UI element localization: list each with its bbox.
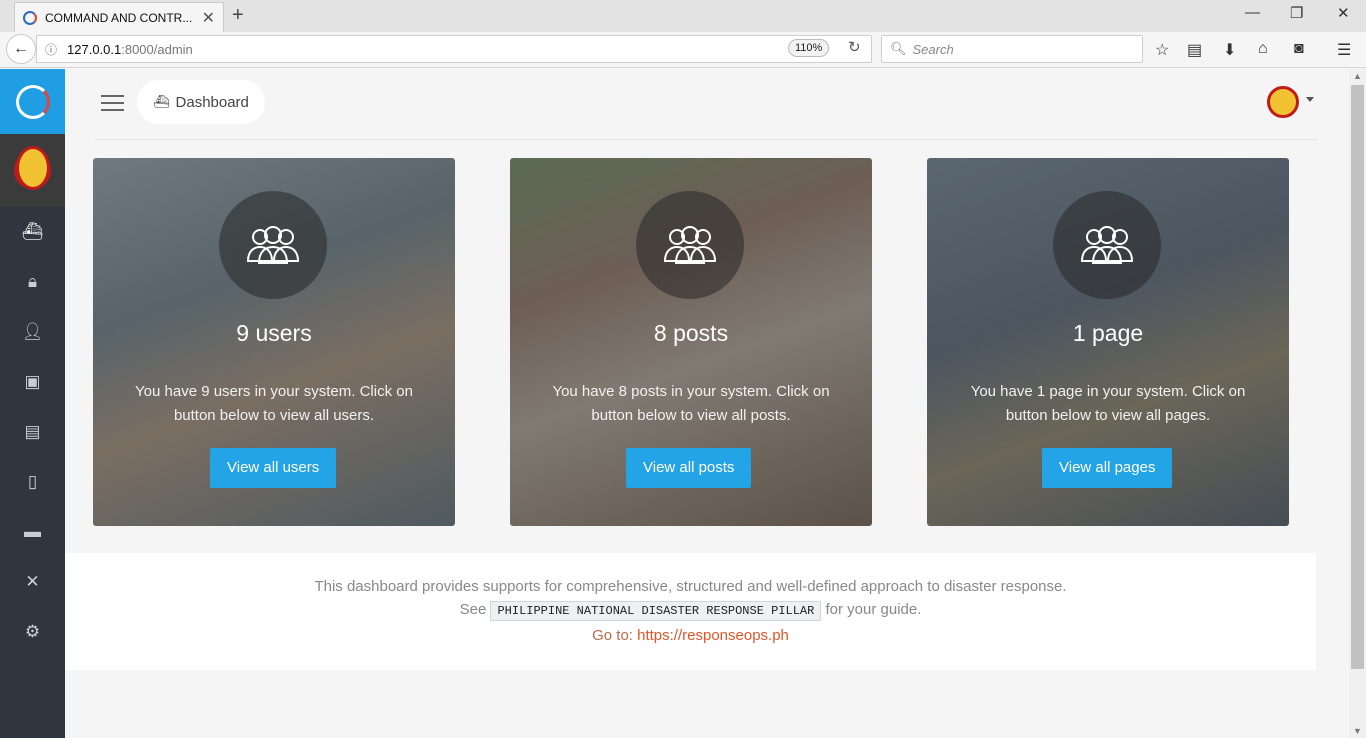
gallery-icon: ▣ <box>24 372 41 391</box>
url-host: 127.0.0.1 <box>67 41 122 57</box>
minimize-icon[interactable]: — <box>1245 4 1260 21</box>
dashboard-icon: ⛴ <box>153 94 170 109</box>
sidebar-item-dashboard[interactable]: ⛴ <box>0 207 65 257</box>
restore-icon[interactable]: ❐ <box>1290 4 1303 22</box>
back-icon[interactable]: ← <box>6 34 36 64</box>
seal-icon <box>16 146 50 190</box>
scrollbar-thumb[interactable] <box>1351 85 1364 669</box>
users-icon <box>219 191 327 299</box>
pages-count: 1 page <box>1072 320 1144 346</box>
search-input[interactable]: 🔍︎ Search <box>881 35 1143 63</box>
view-all-users-button[interactable]: View all users <box>210 448 337 488</box>
gear-icon: ⚙ <box>24 622 41 641</box>
pages-users-icon <box>1053 191 1161 299</box>
browser-navbar: ← ⓘ 127.0.0.1:8000/admin 110% ↻ 🔍︎ Searc… <box>0 32 1366 68</box>
sidebar-item-gallery[interactable]: ▣ <box>0 357 65 407</box>
posts-users-icon <box>636 191 744 299</box>
dashboard-icon: ⛴ <box>21 222 44 241</box>
bookmark-star-icon[interactable]: ☆ <box>1155 40 1169 60</box>
sidebar-item-security[interactable]: 🔒︎ <box>0 257 65 307</box>
tab-title: COMMAND AND CONTR... <box>45 10 193 25</box>
posts-description: You have 8 posts in your system. Click o… <box>552 383 830 424</box>
reading-list-icon[interactable]: ▤ <box>1187 40 1202 60</box>
goto-line: Go to: https://responseops.ph <box>65 627 1316 644</box>
scrollbar[interactable]: ▲ ▼ <box>1349 69 1366 738</box>
posts-card: 8 posts You have 8 posts in your system.… <box>510 158 872 526</box>
user-icon: 👤︎ <box>21 322 44 341</box>
close-tab-icon[interactable]: ✕ <box>202 8 215 28</box>
guide-label: for your guide. <box>825 601 922 618</box>
profile-image <box>0 134 65 207</box>
sidebar-item-folders[interactable]: ▬ <box>0 507 65 557</box>
scroll-down-icon[interactable]: ▼ <box>1353 726 1362 736</box>
browser-tab[interactable]: COMMAND AND CONTR... ✕ <box>14 2 224 32</box>
view-all-posts-button[interactable]: View all posts <box>626 448 752 488</box>
breadcrumb-label: Dashboard <box>175 93 249 111</box>
close-window-icon[interactable]: ✕ <box>1337 4 1350 22</box>
chevron-down-icon[interactable] <box>1306 97 1314 102</box>
sidebar: ⛴ 🔒︎ 👤︎ ▣ ▤ ▯ ▬ ✕ ⚙ <box>0 69 65 738</box>
responseops-link[interactable]: https://responseops.ph <box>637 627 789 644</box>
breadcrumb[interactable]: ⛴ Dashboard <box>137 80 265 124</box>
avatar[interactable] <box>1267 86 1299 118</box>
home-icon[interactable]: ⌂ <box>1258 40 1268 58</box>
info-icon[interactable]: ⓘ <box>45 41 57 58</box>
sidebar-item-settings[interactable]: ⚙ <box>0 607 65 657</box>
info-panel: This dashboard provides supports for com… <box>65 553 1316 670</box>
pages-description: You have 1 page in your system. Click on… <box>970 383 1246 424</box>
url-path: :8000/admin <box>121 41 193 57</box>
header-divider <box>95 139 1317 140</box>
users-count: 9 users <box>236 320 312 346</box>
reload-icon[interactable]: ↻ <box>848 38 861 56</box>
url-bar[interactable]: ⓘ 127.0.0.1:8000/admin <box>36 35 872 63</box>
new-tab-icon[interactable]: + <box>232 4 244 27</box>
site-favicon-icon <box>23 10 37 25</box>
sidebar-item-users[interactable]: 👤︎ <box>0 307 65 357</box>
browser-tabbar: COMMAND AND CONTR... ✕ + — ❐ ✕ <box>0 0 1366 32</box>
goto-label: Go to: <box>592 627 633 644</box>
file-icon: ▯ <box>27 472 38 491</box>
brand-logo-icon <box>15 84 50 119</box>
pages-card: 1 page You have 1 page in your system. C… <box>927 158 1289 526</box>
main-content: ⛴ Dashboard 9 users You have 9 users in … <box>65 69 1349 738</box>
sidebar-item-pages[interactable]: ▯ <box>0 457 65 507</box>
hamburger-menu-icon[interactable] <box>101 95 124 116</box>
menu-icon[interactable]: ☰ <box>1337 40 1351 60</box>
download-icon[interactable]: ⬇ <box>1223 40 1236 60</box>
sidebar-item-posts[interactable]: ▤ <box>0 407 65 457</box>
folder-icon: ▬ <box>24 522 41 541</box>
tools-icon: ✕ <box>25 572 40 591</box>
sidebar-item-tools[interactable]: ✕ <box>0 557 65 607</box>
pocket-icon[interactable]: ◙ <box>1294 40 1304 58</box>
users-description: You have 9 users in your system. Click o… <box>135 383 413 424</box>
zoom-level[interactable]: 110% <box>788 39 830 57</box>
guide-line: See PHILIPPINE NATIONAL DISASTER RESPONS… <box>65 601 1316 621</box>
search-icon: 🔍︎ <box>890 41 907 56</box>
list-icon: ▤ <box>24 422 41 441</box>
view-all-pages-button[interactable]: View all pages <box>1042 448 1173 488</box>
search-placeholder: Search <box>912 41 954 57</box>
scroll-up-icon[interactable]: ▲ <box>1353 71 1362 81</box>
guide-code: PHILIPPINE NATIONAL DISASTER RESPONSE PI… <box>490 601 822 621</box>
users-card: 9 users You have 9 users in your system.… <box>93 158 455 526</box>
lock-icon: 🔒︎ <box>27 272 38 291</box>
posts-count: 8 posts <box>653 320 729 346</box>
info-text: This dashboard provides supports for com… <box>314 578 1067 595</box>
brand-logo[interactable] <box>0 69 65 134</box>
see-label: See <box>459 601 487 618</box>
